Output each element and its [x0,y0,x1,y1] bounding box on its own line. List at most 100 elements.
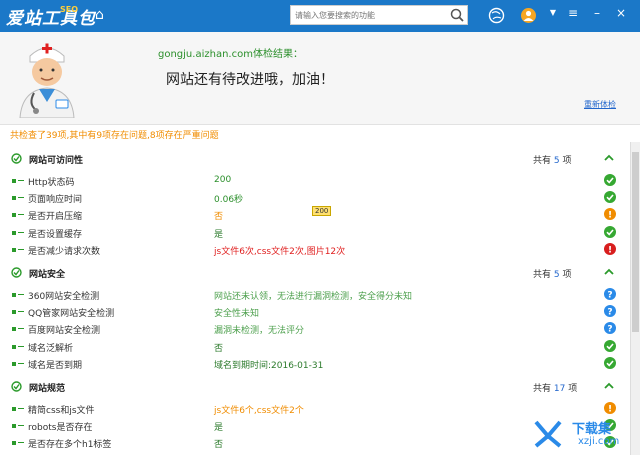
check-row: 360网站安全检测 网站还未认领，无法进行漏洞检测，安全得分未知? [0,286,628,303]
section-count-number: 5 [553,270,560,280]
check-item-name: 是否减少请求次数 [28,246,101,257]
row-bullet [12,344,16,349]
check-row: 是否减少请求次数 js文件6次,css文件2次,图片12次! [0,241,628,258]
check-item-value: 0.06秒 [214,195,244,206]
check-circle-icon [604,339,616,352]
row-bullet [12,407,16,411]
check-row: 是否设置缓存 是 [0,224,628,241]
refresh-circle-icon [11,267,22,278]
check-item-value: js文件6次,css文件2次,图片12次 [214,246,346,257]
check-item-value: 安全性未知 [214,309,260,320]
tooltip: 200 [312,206,332,216]
row-bullet [12,361,16,366]
section-count-number: 17 [553,384,566,394]
row-dash [18,180,24,181]
warning-circle-icon: ! [604,208,616,221]
row-dash [18,362,24,364]
svg-text:?: ? [607,325,612,335]
row-bullet [12,441,16,446]
app-logo-sub: SEO [60,5,79,14]
section-header[interactable]: 网站可访问性 共有 5 项 [0,152,628,166]
section-count-suffix: 项 [568,384,578,394]
check-item-value: js文件6个,css文件2个 [214,406,304,416]
watermark-url: xzji.com [578,436,620,447]
row-bullet [12,327,16,332]
skin-icon[interactable] [488,7,505,24]
check-item-name: 域名是否到期 [28,360,83,371]
chevron-up-icon[interactable] [603,152,615,164]
check-row: 百度网站安全检测 漏洞未检测，无法评分? [0,320,628,337]
site-title-suffix: 体检结果： [252,49,303,60]
row-dash [18,231,24,233]
row-bullet [12,230,16,235]
section-title: 网站规范 [29,384,66,394]
check-circle-icon [604,356,616,369]
row-bullet [12,179,16,183]
section-count-prefix: 共有 [533,270,552,280]
check-item-name: 360网站安全检测 [28,292,100,302]
row-bullet [12,310,16,315]
row-dash [18,214,24,216]
check-item-value: 域名到期时间:2016-01-31 [214,360,324,371]
check-row: QQ管家网站安全检测 安全性未知? [0,303,628,320]
check-item-name: 页面响应时间 [28,195,83,206]
section-count-suffix: 项 [562,156,572,166]
warning-circle-icon: ! [604,402,616,414]
menu-dropdown-icon[interactable]: ▼ [546,6,560,20]
search-icon[interactable] [450,8,464,22]
check-item-name: 是否存在多个h1标签 [28,440,112,451]
doctor-avatar-icon [19,43,75,118]
menu-icon[interactable]: ≡ [566,6,580,20]
check-circle-icon [604,225,616,238]
recheck-link[interactable]: 重新体检 [584,99,616,110]
check-item-value: 漏洞未检测，无法评分 [214,326,305,337]
row-dash [18,311,24,313]
watermark-logo-icon [534,420,562,448]
row-bullet [12,293,16,297]
row-dash [18,197,24,199]
section-title: 网站可访问性 [29,156,84,166]
home-icon[interactable]: ⌂ [92,8,107,23]
section-count-suffix: 项 [562,270,572,280]
svg-text:?: ? [607,290,612,300]
check-item-name: robots是否存在 [28,423,93,434]
section-count: 共有 5 项 [533,153,572,166]
row-dash [18,328,24,330]
minimize-icon[interactable]: – [590,6,604,20]
section-header[interactable]: 网站规范 共有 17 项 [0,380,628,394]
svg-text:?: ? [607,307,612,317]
check-item-name: 是否开启压缩 [28,212,83,223]
check-item-value: 是 [214,423,224,434]
check-item-name: 精简css和js文件 [28,406,95,416]
check-row: 域名泛解析 否 [0,338,628,355]
check-row: Http状态码 200 [0,172,628,189]
svg-text:!: ! [608,404,612,414]
row-dash [18,345,24,347]
chevron-up-icon[interactable] [603,380,615,392]
close-icon[interactable]: × [614,6,628,20]
chevron-up-icon[interactable] [603,266,615,278]
check-row: 精简css和js文件 js文件6个,css文件2个! [0,400,628,417]
row-bullet [12,213,16,218]
check-item-value: 否 [214,343,224,354]
question-circle-icon: ? [604,305,616,318]
question-circle-icon: ? [604,322,616,335]
error-circle-icon: ! [604,242,616,255]
section-title: 网站安全 [29,270,66,280]
result-message: 网站还有待改进哦，加油！ [166,72,334,88]
section-header[interactable]: 网站安全 共有 5 项 [0,266,628,280]
search-input[interactable] [295,8,445,22]
check-item-value: 否 [214,440,224,451]
section-count-number: 5 [553,156,560,166]
title-bar: 爱站工具包 SEO ⌂ ▼ ≡ – × [0,0,640,32]
row-bullet [12,424,16,429]
check-summary: 共检查了39项,其中有9项存在问题,8项存在严重问题 [10,131,219,141]
site-domain: gongju.aizhan.com [158,49,253,60]
user-icon[interactable] [520,7,537,24]
refresh-circle-icon [11,153,22,164]
row-bullet [12,196,16,201]
scrollbar-thumb[interactable] [632,152,639,332]
scrollbar[interactable] [630,142,640,455]
check-item-name: Http状态码 [28,178,75,188]
check-item-value: 网站还未认领，无法进行漏洞检测，安全得分未知 [214,292,413,302]
